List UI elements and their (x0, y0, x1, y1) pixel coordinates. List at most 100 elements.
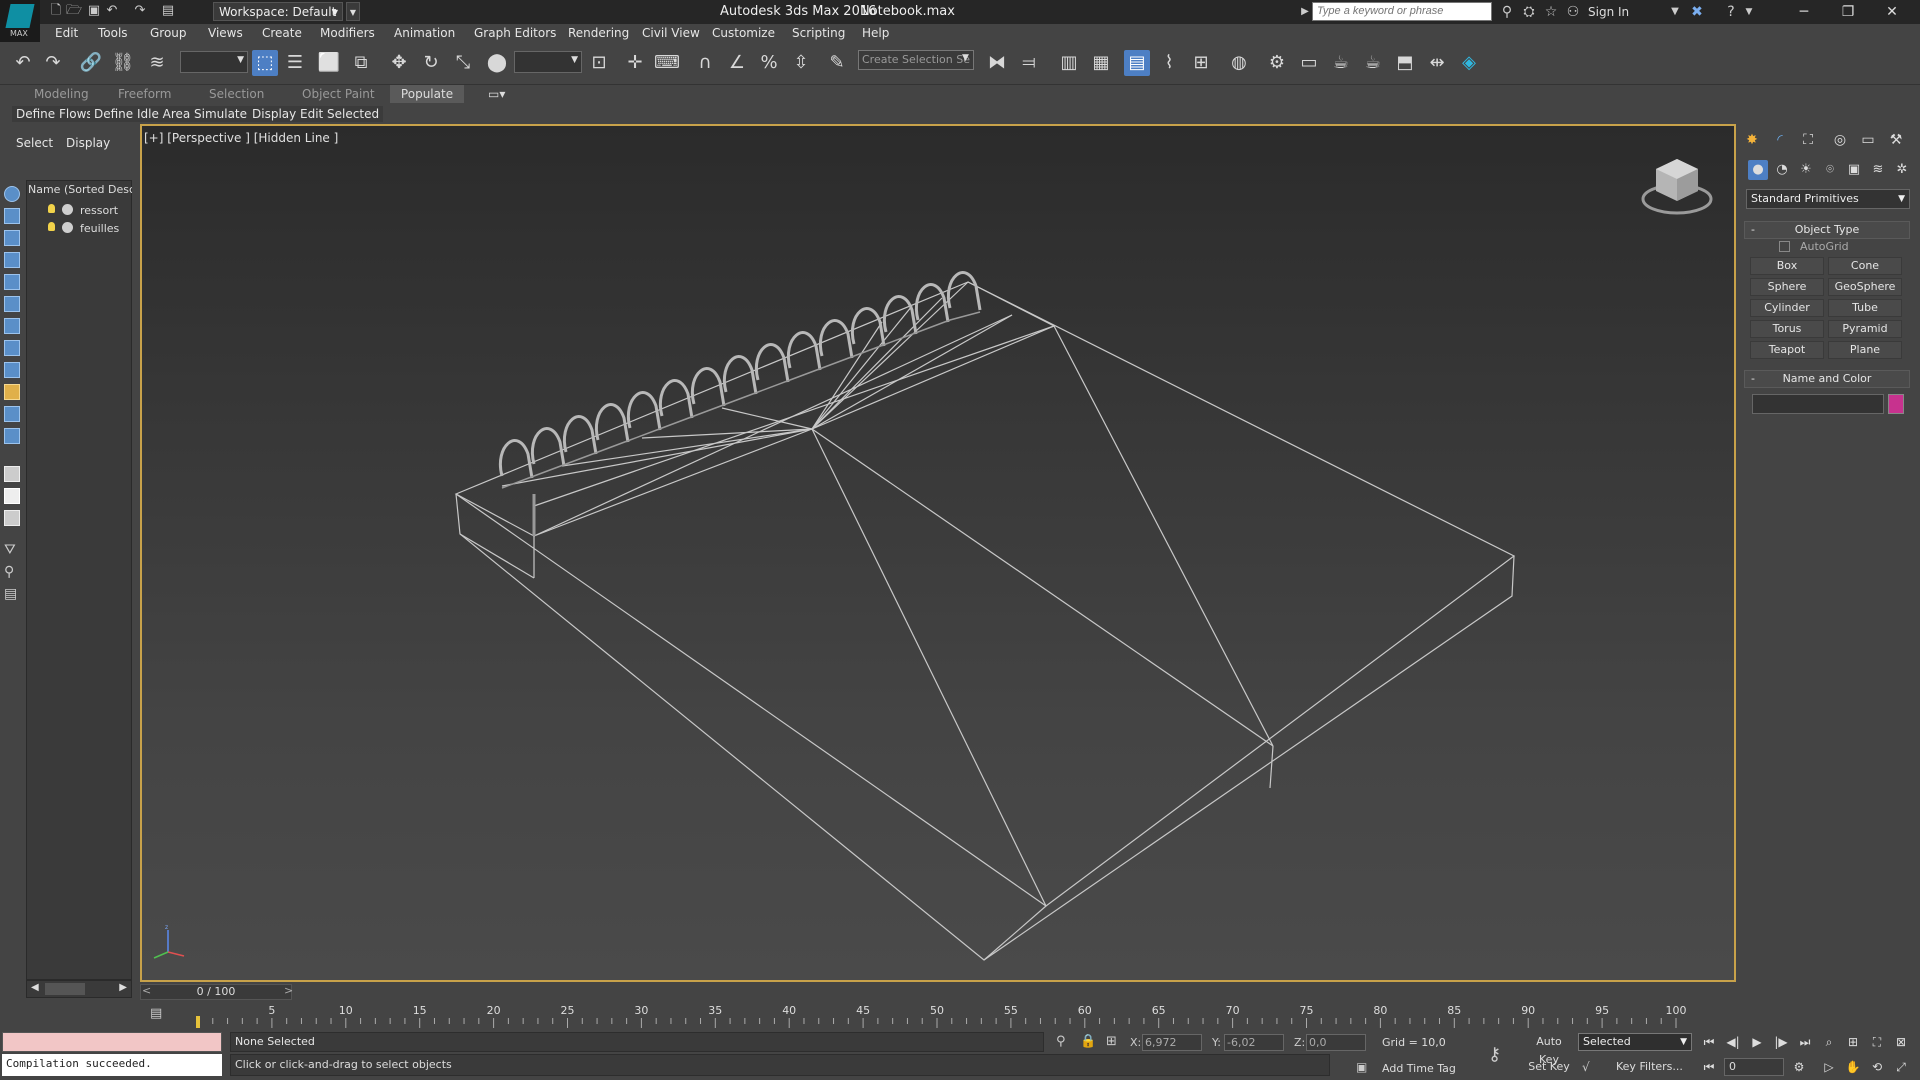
tube-button[interactable]: Tube (1828, 299, 1902, 317)
tab-populate[interactable]: Populate (390, 85, 464, 103)
time-slider-prev[interactable]: < (142, 984, 151, 997)
viewport-label-menu[interactable]: [+] [Perspective ] [Hidden Line ] (144, 131, 338, 145)
redo-quick-icon[interactable]: ↷ (132, 3, 148, 19)
autodesk-a360-icon[interactable]: ◈ (1456, 50, 1482, 76)
zoom-extents-all-icon[interactable]: ⊠ (1892, 1033, 1910, 1051)
time-configuration-icon[interactable]: ⚙ (1790, 1058, 1808, 1076)
render-setup-icon[interactable]: ⚙ (1264, 50, 1290, 76)
zoom-icon[interactable]: ⌕ (1820, 1033, 1838, 1051)
material-editor-icon[interactable]: ◍ (1226, 50, 1252, 76)
autogrid-checkbox[interactable] (1779, 241, 1790, 252)
undo-icon[interactable]: ↶ (10, 50, 36, 76)
cylinder-button[interactable]: Cylinder (1750, 299, 1824, 317)
quick-access-customize-button[interactable]: ▼ (346, 2, 360, 21)
scroll-thumb[interactable] (45, 983, 85, 995)
layer-explorer-icon[interactable]: ▥ (1056, 50, 1082, 76)
object-name-field[interactable] (1752, 394, 1884, 414)
shapes-category-icon[interactable]: ◔ (1772, 160, 1792, 180)
key-filters-button[interactable]: Key Filters... (1616, 1060, 1683, 1073)
zoom-all-icon[interactable]: ⊞ (1844, 1033, 1862, 1051)
menu-create[interactable]: Create (262, 26, 302, 40)
workspace-dropdown[interactable]: Workspace: Default ▼ (213, 2, 343, 21)
display-containers-icon[interactable] (4, 384, 20, 400)
close-window-button[interactable]: ✕ (1870, 0, 1914, 24)
explorer-tab-display[interactable]: Display (66, 136, 110, 150)
tab-selection[interactable]: Selection (209, 87, 264, 101)
teapot-button[interactable]: Teapot (1750, 341, 1824, 359)
display-panel-icon[interactable]: ▭ (1858, 130, 1878, 150)
play-icon[interactable]: ▶ (1748, 1033, 1766, 1051)
time-slider-next[interactable]: > (284, 984, 293, 997)
edit-named-selection-icon[interactable]: ✎ (824, 50, 850, 76)
schematic-view-icon[interactable]: ⊞ (1188, 50, 1214, 76)
binoculars-icon[interactable]: ⚲ (1498, 3, 1516, 21)
pivot-center-icon[interactable]: ⊡ (586, 50, 612, 76)
display-shapes-icon[interactable] (4, 208, 20, 224)
lock-selection-icon[interactable]: 🔒 (1080, 1034, 1096, 1049)
display-groups-icon[interactable] (4, 318, 20, 334)
create-panel-icon[interactable]: ✸ (1742, 130, 1762, 150)
mirror-icon[interactable]: ⧓ (984, 50, 1010, 76)
reference-coordinate-dropdown[interactable]: ▼ (514, 51, 582, 73)
selection-filter-dropdown[interactable]: ▼ (180, 51, 248, 73)
render-production-icon[interactable]: ☕ (1328, 50, 1354, 76)
menu-civil-view[interactable]: Civil View (642, 26, 700, 40)
scroll-right-icon[interactable]: ▶ (119, 982, 127, 993)
user-icon[interactable]: ⚇ (1564, 3, 1582, 21)
name-and-color-rollout[interactable]: - Name and Color (1744, 370, 1910, 388)
curve-editor-icon[interactable]: ⌇ (1156, 50, 1182, 76)
menu-rendering[interactable]: Rendering (568, 26, 629, 40)
cameras-category-icon[interactable]: ⌾ (1820, 160, 1840, 180)
key-mode-dropdown[interactable]: Selected ▼ (1578, 1033, 1692, 1051)
render-in-cloud-icon[interactable]: ⬒ (1392, 50, 1418, 76)
display-lights-icon[interactable] (4, 230, 20, 246)
time-tag-icon[interactable]: ▣ (1356, 1060, 1367, 1074)
new-file-icon[interactable]: 🗋 (48, 3, 64, 19)
menu-help[interactable]: Help (862, 26, 889, 40)
keyboard-shortcut-override-icon[interactable]: ⌨ (654, 50, 680, 76)
scene-explorer-toggle-icon[interactable]: ▤ (1124, 50, 1150, 76)
pyramid-button[interactable]: Pyramid (1828, 320, 1902, 338)
menu-scripting[interactable]: Scripting (792, 26, 845, 40)
next-frame-icon[interactable]: |▶ (1772, 1033, 1790, 1051)
tab-object-paint[interactable]: Object Paint (302, 87, 375, 101)
current-frame-field[interactable]: 0 (1724, 1058, 1784, 1076)
save-file-icon[interactable]: ▣ (86, 3, 102, 19)
a360-gallery-icon[interactable]: ⇹ (1424, 50, 1450, 76)
light-bulb-icon[interactable] (48, 204, 55, 213)
define-flows-button[interactable]: Define Flows (12, 106, 97, 122)
menu-modifiers[interactable]: Modifiers (320, 26, 375, 40)
display-geometry-icon[interactable] (4, 186, 20, 202)
x-coordinate-field[interactable]: 6,972 (1142, 1034, 1202, 1051)
scale-icon[interactable]: ⤡ (450, 50, 476, 76)
rotate-icon[interactable]: ↻ (418, 50, 444, 76)
modify-panel-icon[interactable]: ◜ (1770, 130, 1790, 150)
default-tangent-icon[interactable]: √ (1582, 1060, 1590, 1074)
subscription-icon[interactable]: ⛭ (1520, 3, 1538, 21)
chevron-down-icon[interactable]: ▼ (962, 53, 969, 63)
display-space-warps-icon[interactable] (4, 296, 20, 312)
display-none-icon[interactable] (4, 488, 20, 504)
minimize-button[interactable]: ─ (1782, 0, 1826, 24)
rectangular-selection-icon[interactable]: ⬜ (316, 50, 342, 76)
spinner-snap-icon[interactable]: ⇳ (788, 50, 814, 76)
help-dropdown-icon[interactable]: ▼ (1740, 3, 1758, 21)
sign-in-button[interactable]: Sign In (1588, 5, 1629, 19)
display-hidden-icon[interactable] (4, 428, 20, 444)
light-bulb-icon[interactable] (48, 222, 55, 231)
menu-graph-editors[interactable]: Graph Editors (474, 26, 556, 40)
set-key-icon[interactable]: ⚷ (1488, 1044, 1501, 1065)
perspective-viewport[interactable] (140, 124, 1736, 982)
maximize-viewport-icon[interactable]: ⤢ (1892, 1058, 1910, 1076)
ribbon-toggle-icon[interactable]: ▦ (1088, 50, 1114, 76)
hierarchy-panel-icon[interactable]: ⛶ (1798, 130, 1818, 150)
geometry-category-icon[interactable]: ● (1748, 160, 1768, 180)
scroll-left-icon[interactable]: ◀ (31, 982, 39, 993)
space-warps-category-icon[interactable]: ≋ (1868, 160, 1888, 180)
cone-button[interactable]: Cone (1828, 257, 1902, 275)
link-icon[interactable]: 🔗 (78, 50, 104, 76)
search-input[interactable] (1312, 2, 1492, 21)
placement-icon[interactable]: ⬤ (484, 50, 510, 76)
display-helpers-icon[interactable] (4, 274, 20, 290)
name-column-header[interactable]: Name (Sorted Descer (28, 183, 132, 196)
